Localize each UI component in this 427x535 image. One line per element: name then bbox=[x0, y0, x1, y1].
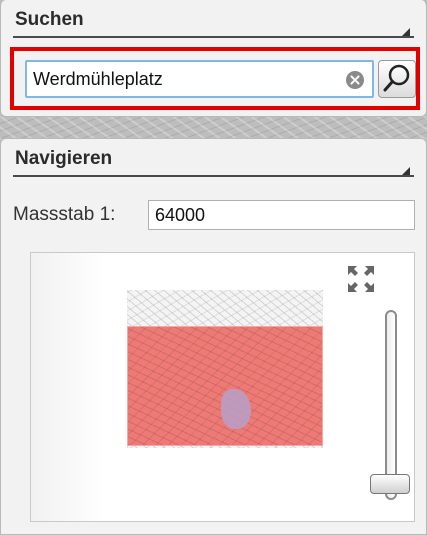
search-panel-header[interactable]: Suchen bbox=[1, 0, 426, 38]
overview-map[interactable] bbox=[127, 290, 323, 448]
full-extent-icon bbox=[348, 266, 374, 292]
search-button[interactable] bbox=[378, 60, 416, 98]
header-divider bbox=[13, 175, 414, 177]
magnifier-icon bbox=[383, 64, 410, 92]
full-extent-button[interactable] bbox=[344, 262, 378, 296]
overview-shade bbox=[31, 253, 106, 521]
zoom-slider-track[interactable] bbox=[385, 310, 397, 500]
search-panel-title: Suchen bbox=[15, 9, 84, 30]
navigation-panel-header[interactable]: Navigieren bbox=[1, 139, 426, 177]
scale-label: Massstab 1: bbox=[13, 204, 116, 225]
zoom-slider-handle[interactable] bbox=[370, 474, 410, 494]
clear-icon[interactable] bbox=[346, 71, 364, 89]
lake-shape bbox=[221, 389, 251, 429]
header-divider bbox=[13, 36, 414, 38]
collapse-icon[interactable] bbox=[402, 167, 410, 175]
scale-input[interactable] bbox=[148, 200, 415, 230]
collapse-icon[interactable] bbox=[402, 28, 410, 36]
navigation-panel-title: Navigieren bbox=[15, 148, 113, 169]
search-input[interactable] bbox=[33, 62, 333, 96]
search-field[interactable] bbox=[25, 60, 374, 98]
viewport-rectangle[interactable] bbox=[127, 326, 323, 446]
